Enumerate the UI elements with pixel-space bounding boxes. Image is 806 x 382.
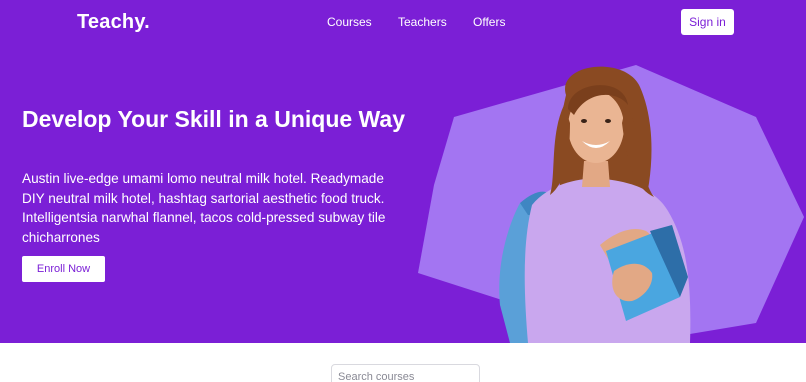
hero-headline: Develop Your Skill in a Unique Way <box>22 106 405 132</box>
hero-image <box>418 65 804 343</box>
search-courses-input[interactable] <box>332 365 479 382</box>
nav-link-courses[interactable]: Courses <box>327 15 372 29</box>
search-box <box>331 364 480 382</box>
brand-logo[interactable]: Teachy. <box>77 11 150 34</box>
nav-link-offers[interactable]: Offers <box>473 15 505 29</box>
hero-description: Austin live-edge umami lomo neutral milk… <box>22 171 386 245</box>
nav-link-teachers[interactable]: Teachers <box>398 15 447 29</box>
enroll-now-button[interactable]: Enroll Now <box>22 256 105 282</box>
sign-in-button[interactable]: Sign in <box>681 9 734 35</box>
hero-section: Teachy. Courses Teachers Offers Sign in … <box>0 0 806 343</box>
